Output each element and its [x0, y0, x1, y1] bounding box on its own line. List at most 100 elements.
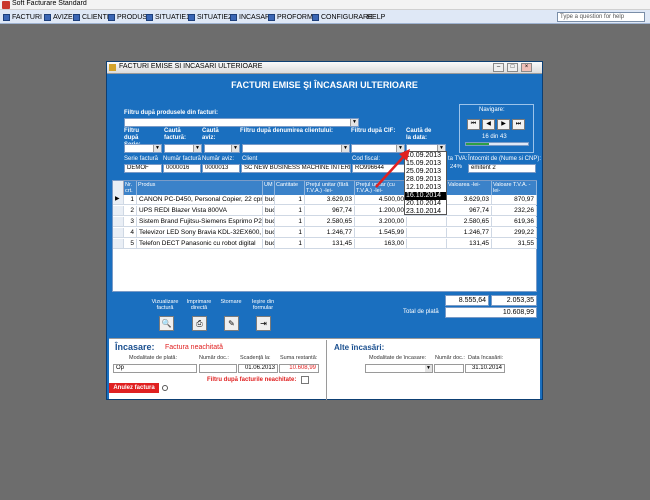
- payment-due-field[interactable]: 01.06.2013: [238, 364, 278, 373]
- payment-mode-field[interactable]: Op: [113, 364, 197, 373]
- other-doc-field[interactable]: [434, 364, 464, 373]
- cell-pu-cu[interactable]: 1.545,99: [355, 228, 407, 238]
- row-selector[interactable]: ▶: [113, 195, 124, 205]
- filter-client-combo[interactable]: ▼: [242, 144, 350, 153]
- cell-pu-cu[interactable]: 3.200,00: [355, 217, 407, 227]
- cell-pu-fara[interactable]: 967,74: [305, 206, 355, 216]
- chevron-down-icon[interactable]: ▼: [425, 365, 432, 372]
- menu-avize[interactable]: AVIZE: [44, 12, 73, 22]
- cell-tva[interactable]: 232,26: [492, 206, 537, 216]
- cell-cant[interactable]: 1: [275, 239, 305, 249]
- menu-facturi[interactable]: FACTURI: [3, 12, 42, 22]
- cell-nr[interactable]: 4: [124, 228, 137, 238]
- cell-cant[interactable]: 1: [275, 217, 305, 227]
- cota-tva-field[interactable]: 24%: [448, 164, 466, 173]
- nav-first-button[interactable]: ⏮: [467, 119, 480, 130]
- cell-val[interactable]: 3.629,03: [447, 195, 492, 205]
- menu-help[interactable]: HELP: [367, 12, 385, 22]
- nav-next-button[interactable]: ▶: [497, 119, 510, 130]
- total-valoare: 8.555,64: [445, 295, 489, 306]
- print-button[interactable]: ⎙: [192, 316, 207, 331]
- exit-button[interactable]: ⇥: [256, 316, 271, 331]
- numar-factura-field[interactable]: 0000016: [163, 164, 201, 173]
- cell-nr[interactable]: 1: [124, 195, 137, 205]
- numar-aviz-field[interactable]: 0000013: [202, 164, 240, 173]
- cell-produs[interactable]: CANON PC-D450, Personal Copier, 22 cpm, …: [137, 195, 263, 205]
- minimize-button[interactable]: –: [493, 63, 504, 72]
- menu-situatie1[interactable]: SITUATIE1: [146, 12, 190, 22]
- cell-cant[interactable]: 1: [275, 206, 305, 216]
- help-search-input[interactable]: Type a question for help: [557, 12, 645, 22]
- row-selector[interactable]: [113, 228, 124, 238]
- intocmit-field[interactable]: emitent 2: [468, 164, 536, 173]
- serie-field[interactable]: DEMOF: [124, 164, 162, 173]
- nav-prev-button[interactable]: ◀: [482, 119, 495, 130]
- cancel-invoice-button[interactable]: Anulez factura: [109, 383, 159, 393]
- cell-blank[interactable]: [407, 228, 447, 238]
- chevron-down-icon[interactable]: ▼: [153, 145, 161, 152]
- cell-um[interactable]: buc: [263, 239, 275, 249]
- chevron-down-icon[interactable]: ▼: [341, 145, 349, 152]
- cell-pu-cu[interactable]: 163,00: [355, 239, 407, 249]
- cell-blank[interactable]: [407, 217, 447, 227]
- cell-um[interactable]: buc: [263, 217, 275, 227]
- view-invoice-button[interactable]: 🔍: [159, 316, 174, 331]
- cell-produs[interactable]: UPS REDI Blazer Vista 800VA: [137, 206, 263, 216]
- cell-um[interactable]: buc: [263, 195, 275, 205]
- cell-nr[interactable]: 3: [124, 217, 137, 227]
- nav-last-button[interactable]: ⏭: [512, 119, 525, 130]
- cell-nr[interactable]: 5: [124, 239, 137, 249]
- maximize-button[interactable]: □: [507, 63, 518, 72]
- other-date-field[interactable]: 31.10.2014: [465, 364, 505, 373]
- cell-tva[interactable]: 31,55: [492, 239, 537, 249]
- chevron-down-icon[interactable]: ▼: [193, 145, 201, 152]
- header-nr: Nr. crt.: [124, 181, 137, 195]
- search-aviz-combo[interactable]: ▼: [204, 144, 240, 153]
- search-invoice-combo[interactable]: ▼: [164, 144, 202, 153]
- cell-produs[interactable]: Sistem Brand Fujitsu-Siemens Esprimo P25…: [137, 217, 263, 227]
- cell-nr[interactable]: 2: [124, 206, 137, 216]
- menu-proforme[interactable]: PROFORME: [268, 12, 317, 22]
- cell-pu-cu[interactable]: 4.500,00: [355, 195, 407, 205]
- menu-situatie2[interactable]: SITUATIE2: [188, 12, 232, 22]
- cell-tva[interactable]: 870,97: [492, 195, 537, 205]
- filter-serie-combo[interactable]: ▼: [124, 144, 162, 153]
- cell-pu-fara[interactable]: 1.246,77: [305, 228, 355, 238]
- payment-doc-field[interactable]: [199, 364, 237, 373]
- cell-um[interactable]: buc: [263, 228, 275, 238]
- row-selector[interactable]: [113, 217, 124, 227]
- date-option[interactable]: 23.10.2014: [405, 208, 446, 216]
- cell-tva[interactable]: 619,36: [492, 217, 537, 227]
- cell-blank[interactable]: [407, 239, 447, 249]
- cell-pu-fara[interactable]: 2.580,65: [305, 217, 355, 227]
- menu-configurare[interactable]: CONFIGURARE: [312, 12, 373, 22]
- cell-pu-cu[interactable]: 1.200,00: [355, 206, 407, 216]
- cell-cant[interactable]: 1: [275, 228, 305, 238]
- cell-val[interactable]: 131,45: [447, 239, 492, 249]
- chevron-down-icon[interactable]: ▼: [231, 145, 239, 152]
- cell-val[interactable]: 2.580,65: [447, 217, 492, 227]
- close-button[interactable]: ×: [521, 63, 532, 72]
- storno-button[interactable]: ✎: [224, 316, 239, 331]
- client-field[interactable]: SC NEW BUSINESS MACHINE INTERNA: [241, 164, 351, 173]
- cell-val[interactable]: 967,74: [447, 206, 492, 216]
- cell-tva[interactable]: 299,22: [492, 228, 537, 238]
- cell-val[interactable]: 1.246,77: [447, 228, 492, 238]
- row-selector[interactable]: [113, 206, 124, 216]
- cell-produs[interactable]: Telefon DECT Panasonic cu robot digital: [137, 239, 263, 249]
- row-selector[interactable]: [113, 239, 124, 249]
- menu-clienti[interactable]: CLIENTI: [73, 12, 109, 22]
- payment-rest-field[interactable]: 10.608,99: [279, 364, 319, 373]
- cell-cant[interactable]: 1: [275, 195, 305, 205]
- cell-pu-fara[interactable]: 131,45: [305, 239, 355, 249]
- cell-produs[interactable]: Televizor LED Sony Bravia KDL-32EX600, 3…: [137, 228, 263, 238]
- menu-incasari[interactable]: INCASARI: [230, 12, 272, 22]
- filter-products-combo[interactable]: ▼: [124, 118, 359, 127]
- cell-pu-fara[interactable]: 3.629,03: [305, 195, 355, 205]
- cancel-radio[interactable]: [162, 385, 168, 391]
- filter-unpaid-checkbox[interactable]: [301, 376, 309, 384]
- cell-um[interactable]: buc: [263, 206, 275, 216]
- other-mode-combo[interactable]: ▼: [365, 364, 433, 373]
- chevron-down-icon[interactable]: ▼: [350, 119, 358, 126]
- date-option[interactable]: 20.10.2014: [405, 200, 446, 208]
